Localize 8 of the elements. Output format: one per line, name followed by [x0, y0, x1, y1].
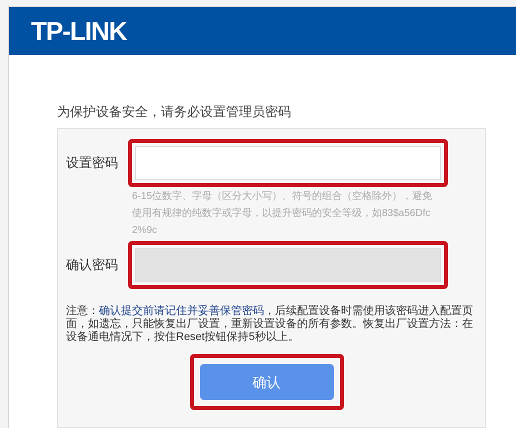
password-field[interactable] [135, 146, 441, 180]
note-text: 注意：确认提交前请记住并妥善保管密码，后续配置设备时需使用该密码进入配置页面，如遗忘，只能恢复出厂设置，重新设置设备的所有参数。恢复出厂设置方法：在设备通电情况下，按住Reset按钮保持5秒以上。 [66, 305, 474, 344]
logo: TP-LINK [31, 18, 127, 44]
heading: 为保护设备安全，请务必设置管理员密码 [57, 105, 292, 118]
password-hint: 6-15位数字、字母（区分大小写）、符号的组合（空格除外），避免使用有规律的纯数字或字母，以提升密码的安全等级，如83$a56Dfc2%9c [132, 190, 434, 238]
field-label: 确认密码 [66, 256, 119, 274]
confirm-button[interactable]: 确认 [200, 364, 334, 400]
field-label: 设置密码 [66, 154, 119, 172]
